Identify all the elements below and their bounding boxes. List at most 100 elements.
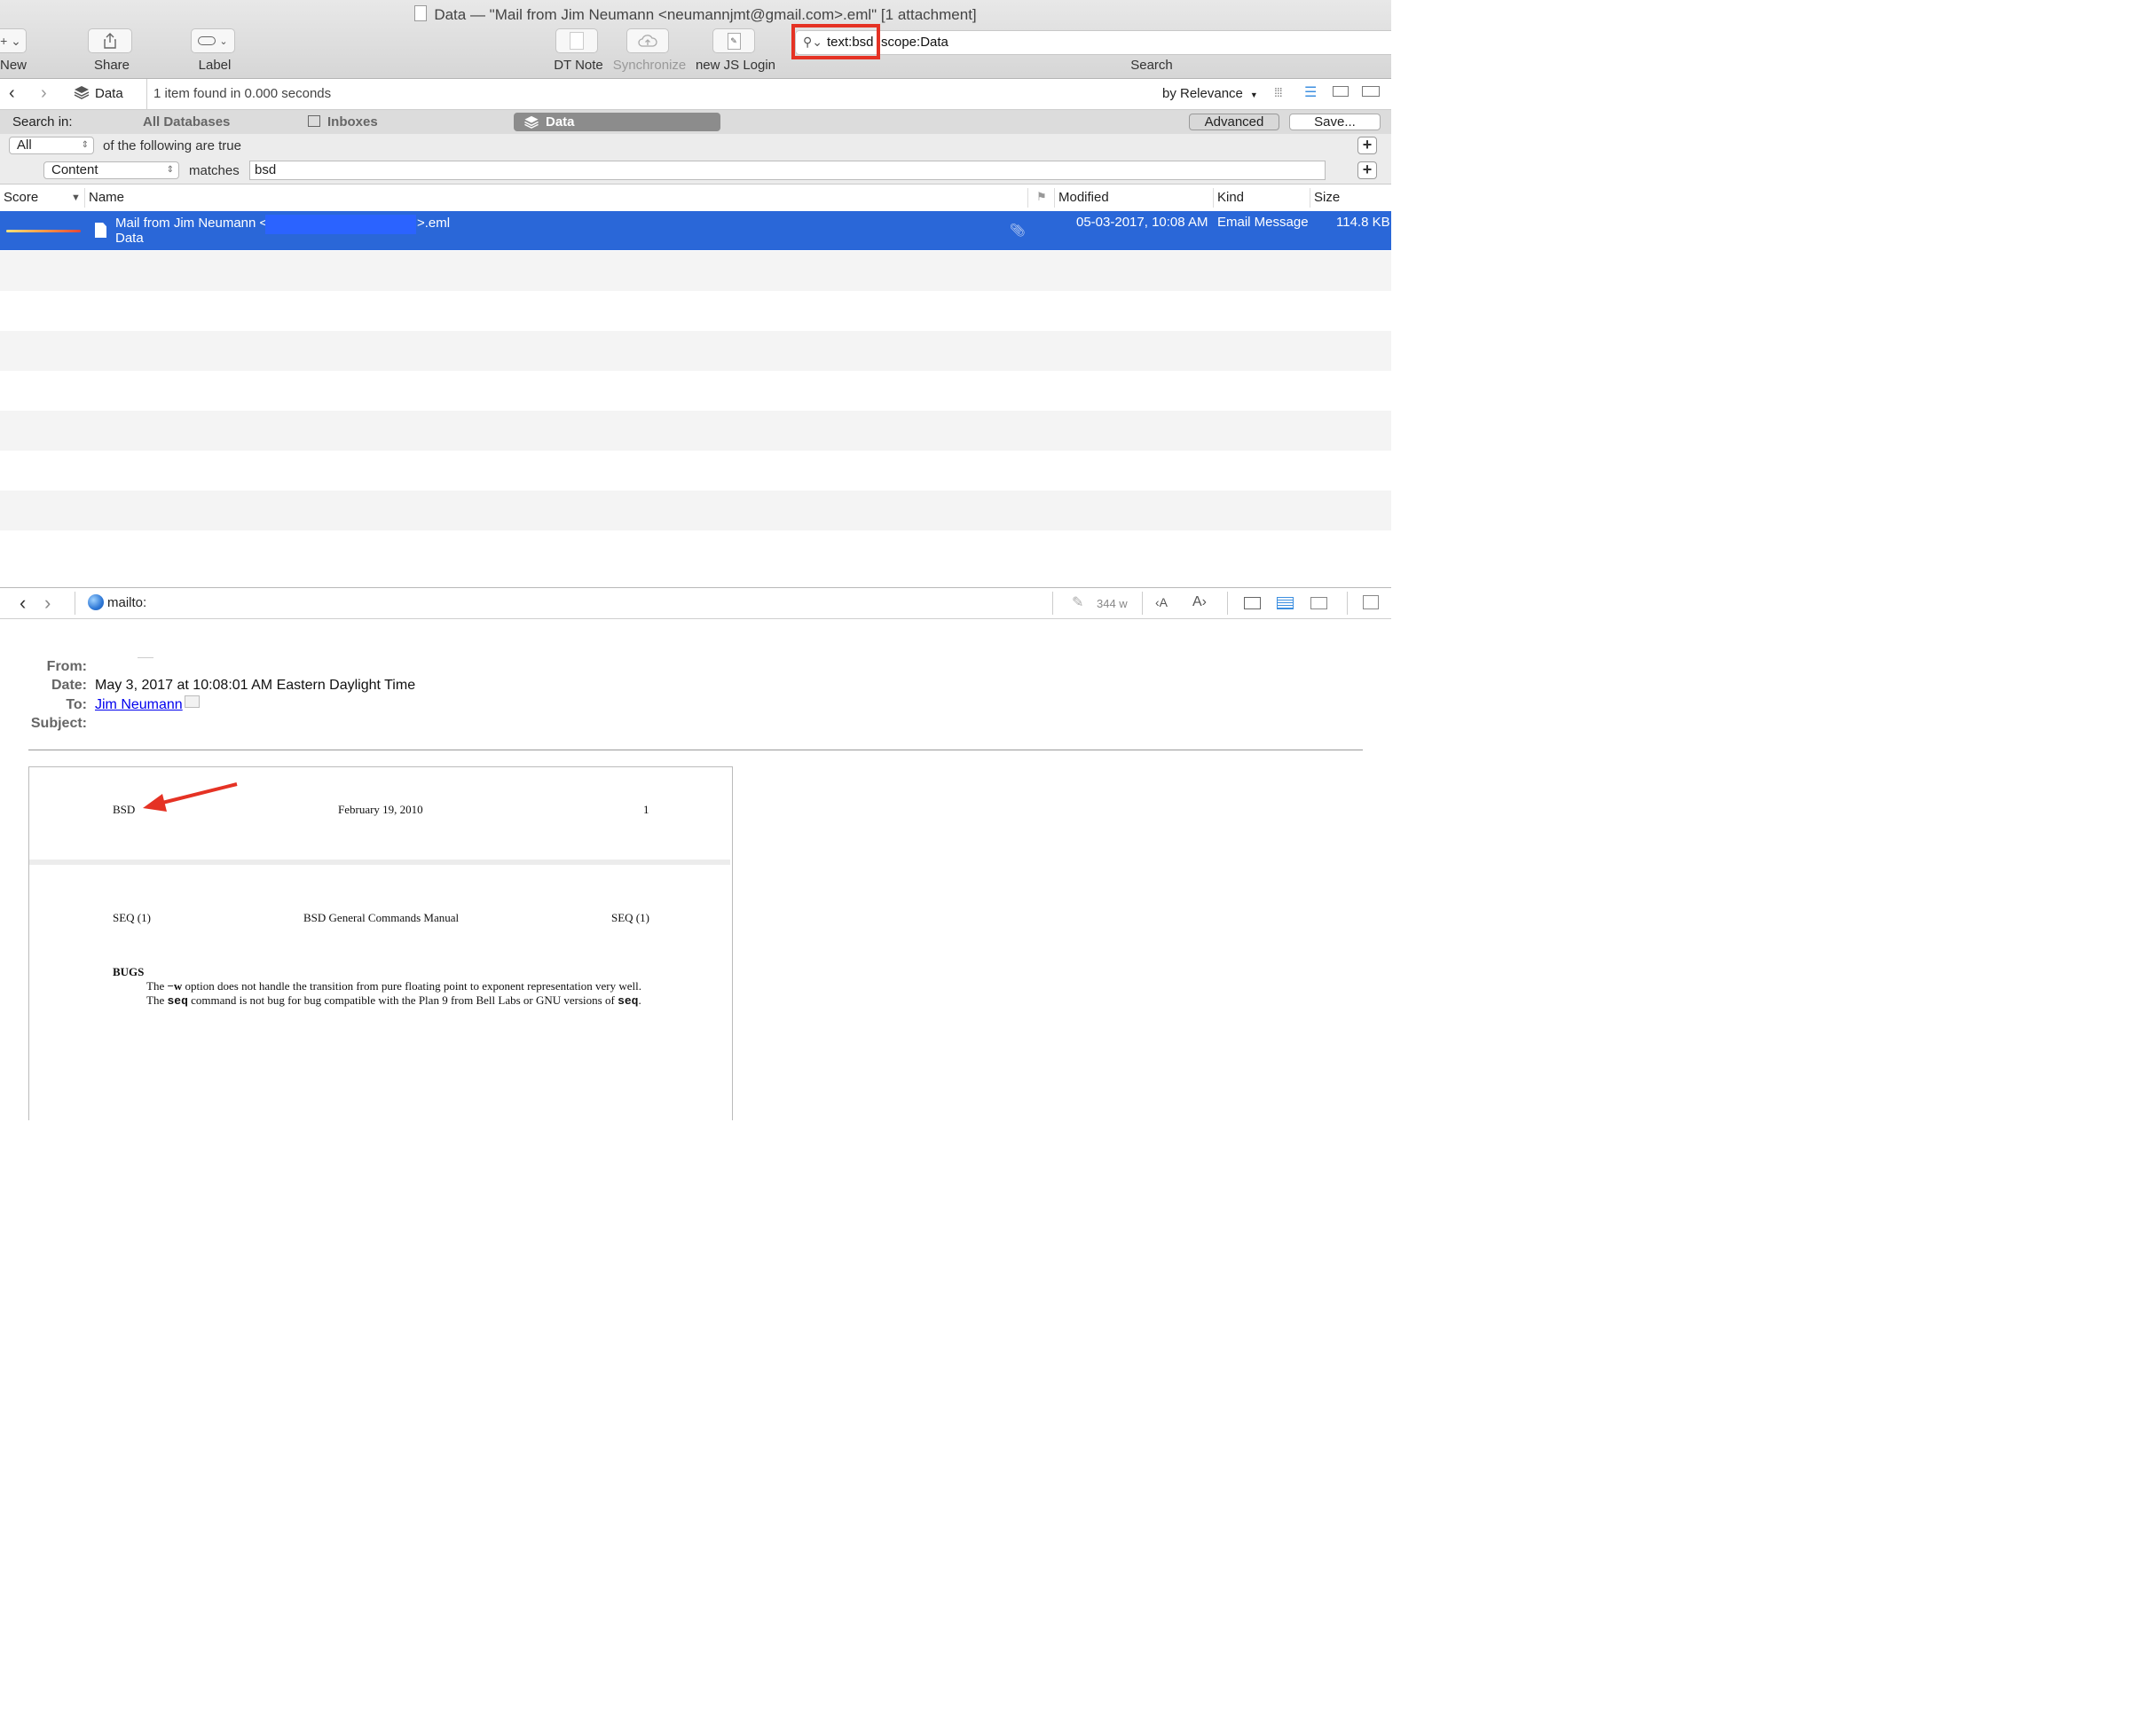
match-mode-text: of the following are true: [103, 138, 241, 153]
updown-chevron-icon: ⇕: [81, 140, 89, 150]
divider: [1347, 592, 1348, 615]
paperclip-icon: 📎︎: [1010, 223, 1026, 237]
bugs-line-2: The seq command is not bug for bug compa…: [146, 993, 641, 1008]
page-footer-left: BSD: [113, 803, 136, 816]
empty-row: [0, 331, 1391, 371]
man-header-left: SEQ (1): [113, 911, 151, 924]
inbox-icon: [308, 115, 320, 127]
cover-flow-icon[interactable]: [1362, 86, 1380, 97]
layout-text-icon[interactable]: [1277, 597, 1294, 609]
column-header-score[interactable]: Score: [4, 190, 38, 205]
layout-split-icon[interactable]: [1310, 597, 1327, 609]
new-button[interactable]: + ⌄: [0, 28, 27, 53]
label-button[interactable]: ⌄: [191, 28, 235, 53]
list-view-icon[interactable]: ☰: [1304, 83, 1317, 101]
annotation-arrow: [143, 782, 238, 812]
synchronize-button[interactable]: [626, 28, 669, 53]
column-view-icon[interactable]: [1333, 86, 1349, 97]
label-icon: [198, 36, 216, 45]
plus-icon: +: [1362, 161, 1373, 178]
search-criteria: All ⇕ of the following are true + Content…: [0, 134, 1391, 184]
database-stack-icon: [524, 115, 539, 129]
plus-icon: +: [1362, 136, 1373, 153]
forward-chevron-icon[interactable]: ›: [41, 83, 47, 104]
table-row[interactable]: Mail from Jim Neumann < >.eml Data 📎︎ 05…: [0, 211, 1391, 250]
window-toolbar: Data — "Mail from Jim Neumann <neumannjm…: [0, 0, 1391, 79]
inspector-icon[interactable]: [1363, 595, 1379, 609]
relevance-score-bar: [6, 230, 81, 232]
search-field[interactable]: ⚲⌄ text:bsd scope:Data: [795, 30, 1391, 55]
plus-icon: + ⌄: [0, 33, 21, 48]
add-criterion-button[interactable]: +: [1357, 137, 1377, 154]
from-label: From:: [46, 659, 87, 674]
criterion-value-input[interactable]: bsd: [249, 161, 1326, 180]
redacted-email: [265, 215, 416, 234]
column-divider: [1027, 188, 1028, 208]
flag-icon[interactable]: ⚑: [1036, 190, 1047, 204]
search-label: Search: [1130, 58, 1173, 73]
back-chevron-icon[interactable]: ‹: [9, 83, 15, 104]
empty-row: [0, 411, 1391, 451]
empty-row: [0, 491, 1391, 530]
column-header-size[interactable]: Size: [1314, 190, 1340, 205]
section-title: BUGS: [113, 965, 145, 978]
to-label: To:: [66, 697, 87, 712]
divider: [1052, 592, 1053, 615]
forward-chevron-icon[interactable]: ›: [44, 592, 51, 615]
pin-icon[interactable]: ✎: [1072, 593, 1083, 611]
redacted-from: [138, 657, 153, 658]
date-value: May 3, 2017 at 10:08:01 AM Eastern Dayli…: [95, 678, 416, 693]
row-name-suffix: >.eml: [417, 216, 451, 231]
column-divider: [84, 188, 85, 208]
scope-all-databases[interactable]: All Databases: [143, 114, 230, 130]
increase-font-icon[interactable]: A›: [1192, 594, 1207, 610]
decrease-font-icon[interactable]: ‹A: [1155, 595, 1168, 609]
share-icon: [104, 33, 116, 49]
viewer-toolbar: ‹ › mailto: ✎ 344 w ‹A A›: [0, 587, 1391, 619]
window-title: Data — "Mail from Jim Neumann <neumannjm…: [0, 5, 1391, 24]
contact-card-icon: [185, 695, 200, 708]
criterion-field-popup[interactable]: Content ⇕: [43, 161, 179, 179]
dt-note-label: DT Note: [554, 58, 603, 73]
add-criterion-button-2[interactable]: +: [1357, 161, 1377, 179]
scope-inboxes[interactable]: Inboxes: [327, 114, 378, 130]
column-header-modified[interactable]: Modified: [1058, 190, 1109, 205]
column-header-kind[interactable]: Kind: [1217, 190, 1244, 205]
empty-row: [0, 251, 1391, 291]
attachment-preview: BSD February 19, 2010 1 SEQ (1) BSD Gene…: [28, 766, 733, 1120]
to-link[interactable]: Jim Neumann: [95, 697, 183, 713]
back-chevron-icon[interactable]: ‹: [20, 592, 26, 615]
man-header-right: SEQ (1): [611, 911, 649, 924]
row-name-prefix: Mail from Jim Neumann <: [115, 216, 268, 231]
bugs-line-1: The −w option does not handle the transi…: [146, 979, 641, 993]
new-js-login-label: new JS Login: [695, 58, 776, 73]
man-header-center: BSD General Commands Manual: [303, 911, 460, 924]
highlight-box: [791, 24, 880, 59]
note-icon: [570, 32, 584, 50]
sort-popup[interactable]: by Relevance ▼: [1162, 86, 1258, 101]
scope-data[interactable]: Data: [514, 113, 720, 131]
criterion-operator: matches: [189, 163, 240, 178]
new-js-login-button[interactable]: ✎: [712, 28, 755, 53]
triangle-down-icon: ▼: [1249, 90, 1258, 99]
match-mode-popup[interactable]: All ⇕: [9, 137, 94, 154]
synchronize-label: Synchronize: [612, 58, 687, 73]
divider: [1227, 592, 1228, 615]
row-size: 114.8 KB: [1336, 215, 1390, 230]
icon-view-icon[interactable]: ⁞⁞⁞: [1274, 85, 1283, 99]
share-button[interactable]: [88, 28, 132, 53]
document-icon: [414, 5, 428, 21]
layout-preview-icon[interactable]: [1244, 597, 1261, 609]
result-status: 1 item found in 0.000 seconds: [153, 86, 332, 101]
column-divider: [1213, 188, 1214, 208]
divider: [1142, 592, 1143, 615]
column-header-name[interactable]: Name: [89, 190, 124, 205]
save-search-button[interactable]: Save...: [1289, 114, 1381, 130]
url-field[interactable]: mailto:: [107, 595, 146, 610]
dt-note-button[interactable]: [555, 28, 598, 53]
page-footer-date: February 19, 2010: [338, 803, 423, 816]
date-label: Date:: [51, 678, 87, 693]
breadcrumb-database[interactable]: Data: [95, 86, 123, 101]
page-break: [29, 860, 730, 865]
advanced-button[interactable]: Advanced: [1189, 114, 1279, 130]
